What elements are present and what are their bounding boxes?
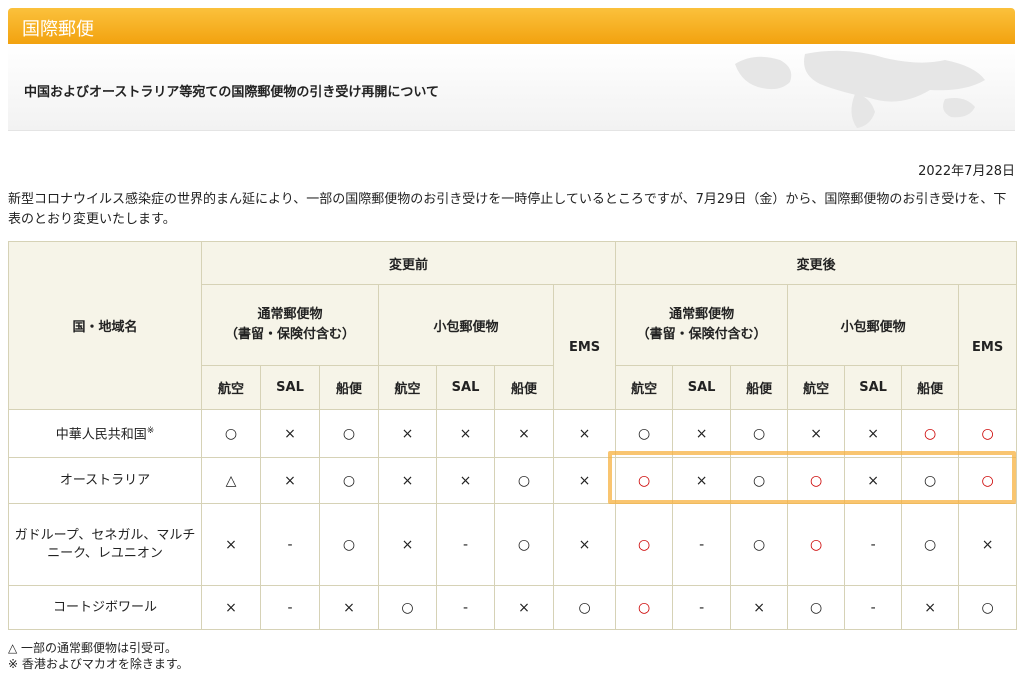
before-parcel-header: 小包郵便物 (378, 284, 554, 366)
status-cell: × (201, 503, 261, 586)
publish-date: 2022年7月28日 (918, 164, 1015, 179)
country-cell: オーストラリア (8, 457, 202, 504)
status-cell: ○ (319, 503, 379, 586)
after-parcel-air: 航空 (787, 365, 846, 410)
footnotes: △ 一部の通常郵便物は引受可。 ※ 香港およびマカオを除きます。 (8, 640, 189, 672)
before-regular-sal: SAL (260, 365, 320, 410)
status-cell: △ (201, 457, 261, 504)
section-banner: 国際郵便 (8, 8, 1015, 44)
status-cell: × (494, 585, 554, 630)
service-table: 国・地域名 変更前 変更後 通常郵便物 （書留・保険付含む） 小包郵便物 EMS… (8, 241, 1018, 630)
status-cell: × (552, 503, 617, 586)
after-regular-air: 航空 (615, 365, 674, 410)
after-parcel-ship: 船便 (901, 365, 960, 410)
status-cell: × (378, 409, 437, 458)
status-cell: ○ (958, 585, 1018, 630)
status-cell: ○ (319, 409, 379, 458)
country-cell: 中華人民共和国※ (8, 409, 202, 458)
country-name: ガドループ、セネガル、マルチニーク、レユニオン (14, 527, 196, 561)
after-parcel-sal: SAL (844, 365, 903, 410)
status-cell: × (319, 585, 379, 630)
status-cell: ○ (494, 503, 554, 586)
country-footnote-mark: ※ (146, 426, 155, 437)
status-cell: ○ (552, 585, 617, 630)
table-row: ガドループ、セネガル、マルチニーク、レユニオン × - ○ × - ○ × ○ - ○ ○ - ○ × (8, 503, 1018, 586)
status-cell: - (260, 585, 320, 630)
article-header: 中国およびオーストラリア等宛ての国際郵便物の引き受け再開について (8, 44, 1015, 131)
status-cell: × (378, 503, 437, 586)
status-cell: × (201, 585, 261, 630)
notice-text: 新型コロナウイルス感染症の世界的まん延により、一部の国際郵便物のお引き受けを一時… (8, 192, 1007, 227)
status-cell: × (552, 409, 617, 458)
status-cell: × (901, 585, 960, 630)
before-parcel-sal: SAL (436, 365, 495, 410)
before-ems-header: EMS (552, 284, 617, 410)
status-cell: ○ (319, 457, 379, 504)
status-cell: ○ (378, 585, 437, 630)
status-cell: ○ (494, 457, 554, 504)
country-cell: ガドループ、セネガル、マルチニーク、レユニオン (8, 503, 202, 586)
before-parcel-ship: 船便 (494, 365, 554, 410)
status-cell: ○ (615, 585, 674, 630)
status-cell: × (436, 409, 495, 458)
world-map-icon (735, 50, 985, 128)
status-cell: × (958, 503, 1018, 586)
status-cell: × (260, 409, 320, 458)
before-parcel-air: 航空 (378, 365, 437, 410)
status-cell: × (378, 457, 437, 504)
status-cell: - (844, 503, 903, 586)
highlight-box (608, 451, 1016, 504)
status-cell: - (436, 585, 495, 630)
status-cell: ○ (615, 503, 674, 586)
after-regular-header: 通常郵便物 （書留・保険付含む） (615, 284, 789, 366)
status-cell: × (260, 457, 320, 504)
status-cell: - (672, 585, 732, 630)
status-cell: × (730, 585, 789, 630)
country-cell: コートジボワール (8, 585, 202, 630)
status-cell: - (844, 585, 903, 630)
after-regular-ship: 船便 (730, 365, 789, 410)
status-cell: × (552, 457, 617, 504)
status-cell: ○ (901, 503, 960, 586)
status-cell: ○ (201, 409, 261, 458)
status-cell: ○ (787, 503, 846, 586)
status-cell: ○ (787, 585, 846, 630)
status-cell: - (260, 503, 320, 586)
country-name: オーストラリア (59, 472, 151, 488)
status-cell: ○ (730, 503, 789, 586)
after-ems-header: EMS (958, 284, 1018, 410)
country-header: 国・地域名 (8, 241, 202, 410)
before-header: 変更前 (200, 241, 617, 285)
after-parcel-header: 小包郵便物 (787, 284, 960, 366)
status-cell: - (672, 503, 732, 586)
status-cell: - (436, 503, 495, 586)
before-regular-air: 航空 (201, 365, 261, 410)
status-cell: × (436, 457, 495, 504)
after-header: 変更後 (615, 241, 1018, 285)
footnote-asterisk: ※ 香港およびマカオを除きます。 (8, 657, 189, 671)
table-row: コートジボワール × - × ○ - × ○ ○ - × ○ - × ○ (8, 585, 1018, 630)
after-regular-sal: SAL (672, 365, 732, 410)
before-regular-header: 通常郵便物 （書留・保険付含む） (201, 284, 379, 366)
section-title: 国際郵便 (22, 19, 94, 40)
article-title: 中国およびオーストラリア等宛ての国際郵便物の引き受け再開について (24, 85, 439, 100)
country-name: 中華人民共和国 (55, 427, 147, 443)
country-name: コートジボワール (52, 599, 157, 615)
footnote-triangle: △ 一部の通常郵便物は引受可。 (8, 641, 178, 655)
status-cell: × (494, 409, 554, 458)
before-regular-ship: 船便 (319, 365, 379, 410)
